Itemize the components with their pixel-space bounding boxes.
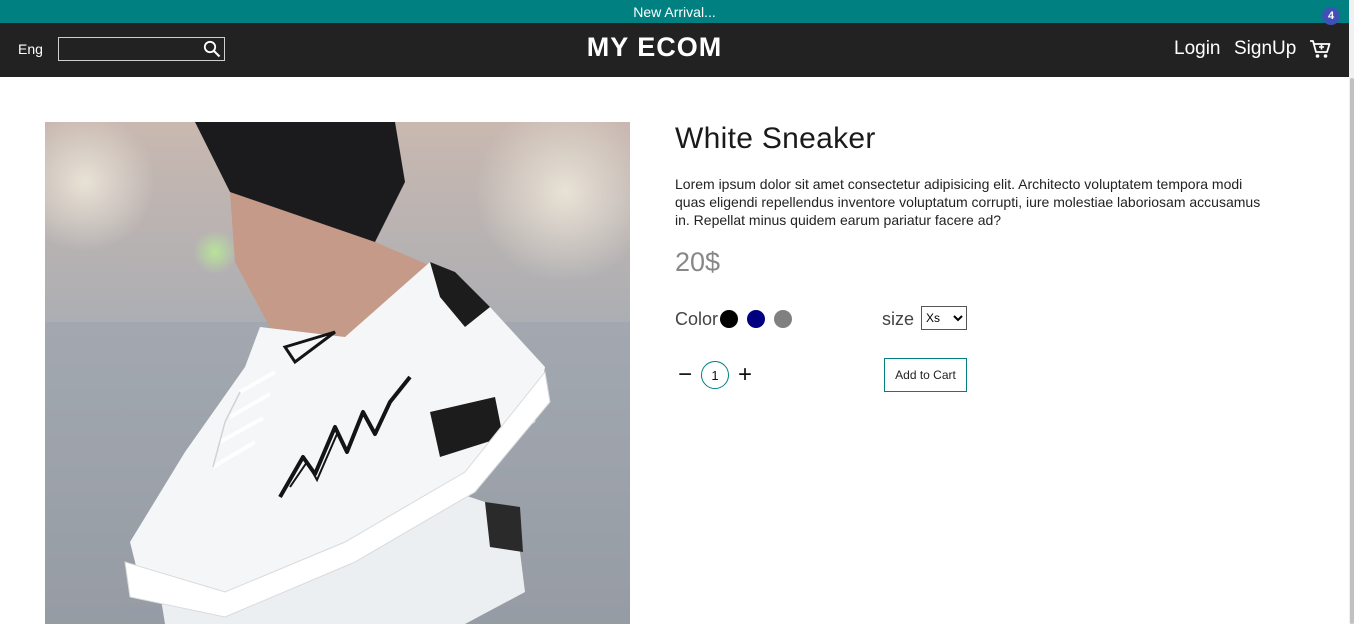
login-link[interactable]: Login bbox=[1174, 38, 1221, 60]
size-label: size bbox=[882, 309, 915, 329]
decrement-button[interactable]: − bbox=[675, 363, 695, 387]
announcement-bar: New Arrival... bbox=[0, 0, 1349, 23]
cart-count-badge: 4 bbox=[1322, 7, 1340, 25]
add-to-cart-button[interactable]: Add to Cart bbox=[884, 358, 967, 392]
quantity-value: 1 bbox=[701, 361, 729, 389]
scrollbar-thumb[interactable] bbox=[1350, 78, 1354, 624]
color-swatch-navy[interactable] bbox=[747, 310, 765, 328]
site-logo[interactable]: MY ECOM bbox=[0, 32, 1309, 63]
increment-button[interactable]: + bbox=[735, 363, 755, 387]
product-description: Lorem ipsum dolor sit amet consectetur a… bbox=[675, 176, 1261, 228]
color-swatch-black[interactable] bbox=[720, 310, 738, 328]
top-navbar: Eng MY ECOM Login SignUp bbox=[0, 23, 1349, 77]
announcement-text: New Arrival... bbox=[633, 3, 716, 20]
size-select[interactable]: Xs bbox=[921, 306, 967, 330]
product-price: 20$ bbox=[675, 247, 721, 277]
color-swatch-gray[interactable] bbox=[774, 310, 792, 328]
product-title: White Sneaker bbox=[675, 122, 876, 155]
color-label: Color bbox=[675, 309, 719, 329]
signup-link[interactable]: SignUp bbox=[1234, 38, 1296, 60]
product-image bbox=[45, 122, 630, 624]
cart-icon[interactable] bbox=[1309, 39, 1331, 64]
